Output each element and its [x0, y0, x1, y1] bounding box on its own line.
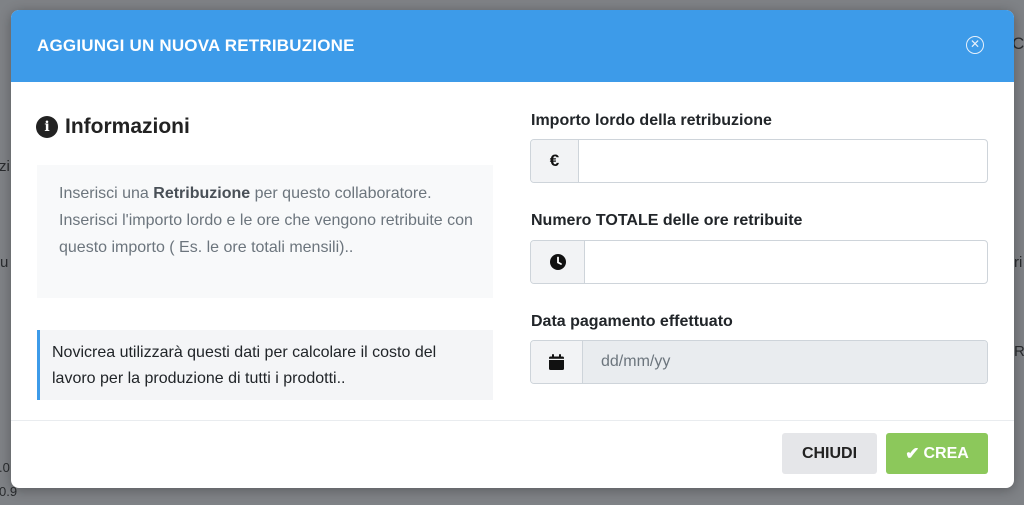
footer-divider — [11, 420, 1014, 421]
amount-input-group: € — [530, 139, 988, 183]
modal-header: AGGIUNGI UN NUOVA RETRIBUZIONE ✕ — [11, 10, 1014, 82]
info-description: Inserisci una Retribuzione per questo co… — [37, 165, 493, 298]
hours-input[interactable] — [585, 241, 987, 283]
background-text: u — [0, 254, 9, 271]
close-button[interactable]: CHIUDI — [782, 433, 877, 474]
date-label: Data pagamento effettuato — [531, 313, 733, 330]
info-text-bold: Retribuzione — [153, 185, 251, 202]
amount-input[interactable] — [579, 140, 987, 182]
modal-title: AGGIUNGI UN NUOVA RETRIBUZIONE — [37, 36, 355, 55]
info-circle-icon: i — [36, 116, 58, 138]
add-salary-modal: AGGIUNGI UN NUOVA RETRIBUZIONE ✕ i Infor… — [11, 10, 1014, 488]
clock-icon — [531, 241, 585, 283]
background-text: ri — [1014, 254, 1023, 271]
euro-icon: € — [531, 140, 579, 182]
calendar-icon — [531, 341, 583, 383]
create-button[interactable]: ✔ CREA — [886, 433, 988, 474]
date-input[interactable] — [583, 341, 987, 383]
close-icon[interactable]: ✕ — [966, 36, 984, 54]
info-callout: Novicrea utilizzarà questi dati per calc… — [37, 330, 493, 400]
check-icon: ✔ — [905, 443, 920, 463]
date-input-group — [530, 340, 988, 384]
info-heading-label: Informazioni — [65, 115, 190, 138]
background-text: zi — [0, 158, 10, 175]
background-text: R — [1014, 343, 1024, 360]
create-button-label: CREA — [923, 444, 969, 462]
background-text: .0 — [0, 460, 10, 475]
hours-input-group — [530, 240, 988, 284]
info-text-prefix: Inserisci una — [59, 185, 154, 202]
amount-label: Importo lordo della retribuzione — [531, 112, 772, 129]
hours-label: Numero TOTALE delle ore retribuite — [531, 212, 803, 229]
info-heading: i Informazioni — [36, 115, 190, 139]
